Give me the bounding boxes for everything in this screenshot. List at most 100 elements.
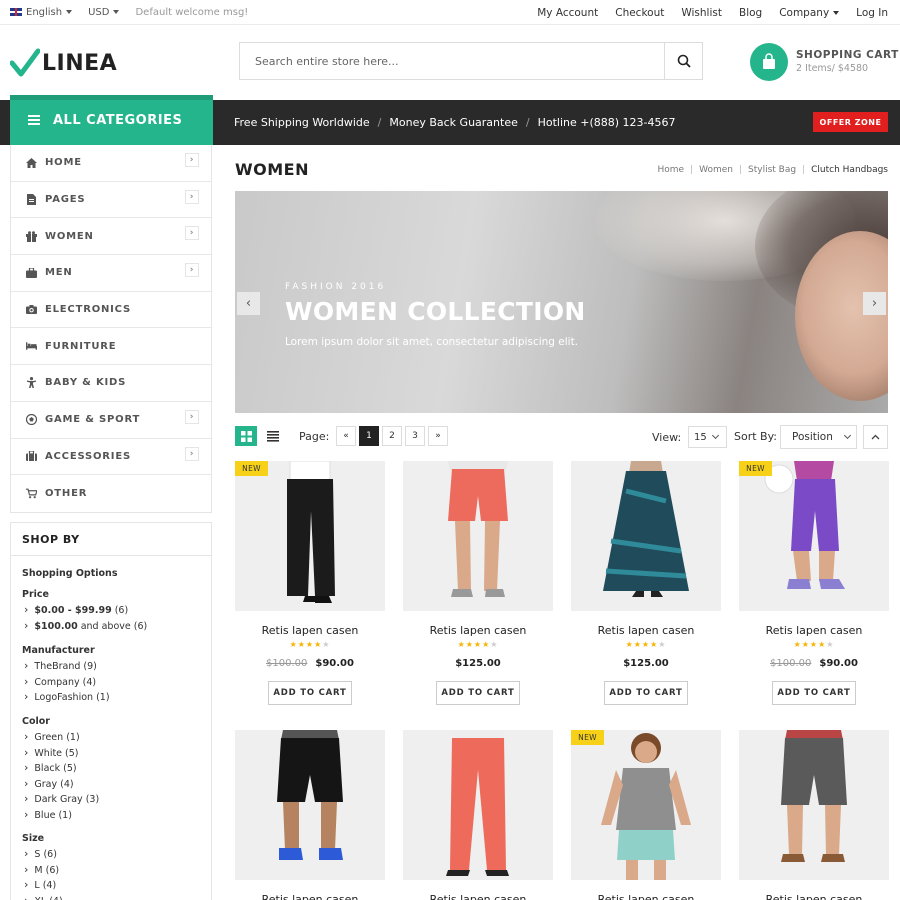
color-filter-item[interactable]: Gray (4) <box>22 776 99 792</box>
language-selector[interactable]: English <box>10 7 73 18</box>
category-item-accessories[interactable]: ACCESSORIES › <box>11 439 211 476</box>
product-name[interactable]: Retis lapen casen <box>403 893 553 900</box>
site-logo[interactable]: LINEA <box>10 46 117 80</box>
sort-direction-button[interactable] <box>863 425 888 449</box>
category-item-women[interactable]: WOMEN › <box>11 218 211 256</box>
product-image[interactable]: NEW <box>235 461 385 611</box>
camera-icon <box>26 304 37 315</box>
my-account-link[interactable]: My Account <box>537 7 598 19</box>
search-input[interactable] <box>240 43 665 79</box>
wishlist-link[interactable]: Wishlist <box>681 7 722 19</box>
product-name[interactable]: Retis lapen casen <box>739 893 889 900</box>
page-3[interactable]: 3 <box>405 426 425 446</box>
company-label: Company <box>779 6 830 19</box>
list-view-button[interactable] <box>263 426 283 446</box>
chevron-right-icon[interactable]: › <box>185 189 199 204</box>
color-filter-item[interactable]: White (5) <box>22 745 99 761</box>
product-name[interactable]: Retis lapen casen <box>571 893 721 900</box>
manufacturer-filter-item[interactable]: Company (4) <box>22 674 110 690</box>
category-item-baby-kids[interactable]: BABY & KIDS <box>11 365 211 402</box>
color-filter-item[interactable]: Black (5) <box>22 760 99 776</box>
caret-down-icon <box>833 10 840 15</box>
product-name[interactable]: Retis lapen casen <box>739 624 889 638</box>
size-filter-item[interactable]: XL (4) <box>22 893 62 900</box>
size-filter-item[interactable]: L (4) <box>22 877 63 893</box>
category-item-electronics[interactable]: ELECTRONICS <box>11 292 211 329</box>
page-label: Page: <box>299 430 330 443</box>
color-filter-item[interactable]: Blue (1) <box>22 807 99 823</box>
child-icon <box>26 377 37 389</box>
breadcrumb-stylist-bag[interactable]: Stylist Bag <box>748 165 796 175</box>
page-1[interactable]: 1 <box>359 426 379 446</box>
view-select[interactable]: 15 <box>688 426 727 448</box>
add-to-cart-button[interactable]: ADD TO CART <box>436 681 520 705</box>
banner-prev-button[interactable]: ‹ <box>237 292 260 315</box>
category-label: HOME <box>45 157 82 169</box>
breadcrumb-home[interactable]: Home <box>657 165 684 175</box>
product-photo[interactable] <box>403 730 553 880</box>
product-image[interactable] <box>235 730 385 880</box>
grid-view-button[interactable] <box>235 426 257 446</box>
product-image[interactable] <box>403 730 553 880</box>
category-item-game-sport[interactable]: GAME & SPORT › <box>11 402 211 439</box>
login-link[interactable]: Log In <box>856 7 888 19</box>
category-label: FURNITURE <box>45 340 117 352</box>
banner-next-button[interactable]: › <box>863 292 886 315</box>
all-categories-button[interactable]: ALL CATEGORIES <box>10 95 213 145</box>
product-image[interactable] <box>403 461 553 611</box>
product-photo[interactable] <box>571 461 721 611</box>
product-name[interactable]: Retis lapen casen <box>403 624 553 638</box>
add-to-cart-button[interactable]: ADD TO CART <box>268 681 352 705</box>
product-image[interactable]: NEW <box>571 730 721 880</box>
product-photo[interactable] <box>235 461 385 611</box>
company-menu[interactable]: Company <box>779 6 840 19</box>
category-item-other[interactable]: OTHER <box>11 475 211 512</box>
manufacturer-filter-item[interactable]: LogoFashion (1) <box>22 689 109 705</box>
search-button[interactable] <box>664 43 702 79</box>
currency-selector[interactable]: USD <box>88 7 120 18</box>
page-prev[interactable]: « <box>336 426 356 446</box>
nav-messages: Free Shipping Worldwide / Money Back Gua… <box>234 100 676 145</box>
product-photo[interactable] <box>235 730 385 880</box>
product-photo[interactable] <box>739 730 889 880</box>
add-to-cart-button[interactable]: ADD TO CART <box>604 681 688 705</box>
size-filter-item[interactable]: S (6) <box>22 846 63 862</box>
chevron-right-icon[interactable]: › <box>185 409 199 424</box>
product-image[interactable] <box>739 730 889 880</box>
category-item-men[interactable]: MEN › <box>11 255 211 292</box>
page-2[interactable]: 2 <box>382 426 402 446</box>
chevron-right-icon[interactable]: › <box>185 226 199 241</box>
category-item-home[interactable]: HOME › <box>11 145 211 182</box>
add-to-cart-button[interactable]: ADD TO CART <box>772 681 856 705</box>
sort-select[interactable]: Position <box>780 425 857 449</box>
breadcrumb-women[interactable]: Women <box>699 165 733 175</box>
category-item-furniture[interactable]: FURNITURE <box>11 328 211 366</box>
manufacturer-filter-item[interactable]: TheBrand (9) <box>22 658 110 674</box>
price-filter-item[interactable]: $0.00 - $99.99 (6) <box>22 602 147 618</box>
offer-zone-button[interactable]: OFFER ZONE <box>813 112 888 132</box>
size-filter-item[interactable]: M (6) <box>22 862 63 878</box>
blog-link[interactable]: Blog <box>739 7 762 19</box>
product-image[interactable] <box>571 461 721 611</box>
product-photo[interactable] <box>739 461 889 611</box>
checkout-link[interactable]: Checkout <box>615 7 664 19</box>
category-item-pages[interactable]: PAGES › <box>11 182 211 219</box>
product-photo[interactable] <box>403 461 553 611</box>
chevron-right-icon[interactable]: › <box>185 153 199 167</box>
product-photo[interactable] <box>571 730 721 880</box>
price-filter-item[interactable]: $100.00 and above (6) <box>22 618 147 634</box>
color-filter-item[interactable]: Green (1) <box>22 729 99 745</box>
chevron-right-icon[interactable]: › <box>185 263 199 278</box>
product-name[interactable]: Retis lapen casen <box>235 893 385 900</box>
product-name[interactable]: Retis lapen casen <box>571 624 721 638</box>
color-filter-item[interactable]: Dark Gray (3) <box>22 791 99 807</box>
new-badge: NEW <box>235 461 268 476</box>
product-image[interactable]: NEW <box>739 461 889 611</box>
shopping-cart[interactable]: SHOPPING CART 2 Items/ $4580 <box>750 42 899 82</box>
size-filter-title: Size <box>22 833 45 844</box>
page-next[interactable]: » <box>428 426 448 446</box>
rating-stars-icon: ★★★★★ <box>793 640 835 649</box>
chevron-right-icon[interactable]: › <box>185 446 199 461</box>
product-name[interactable]: Retis lapen casen <box>235 624 385 638</box>
product-price: $100.00 $90.00 <box>739 658 889 670</box>
